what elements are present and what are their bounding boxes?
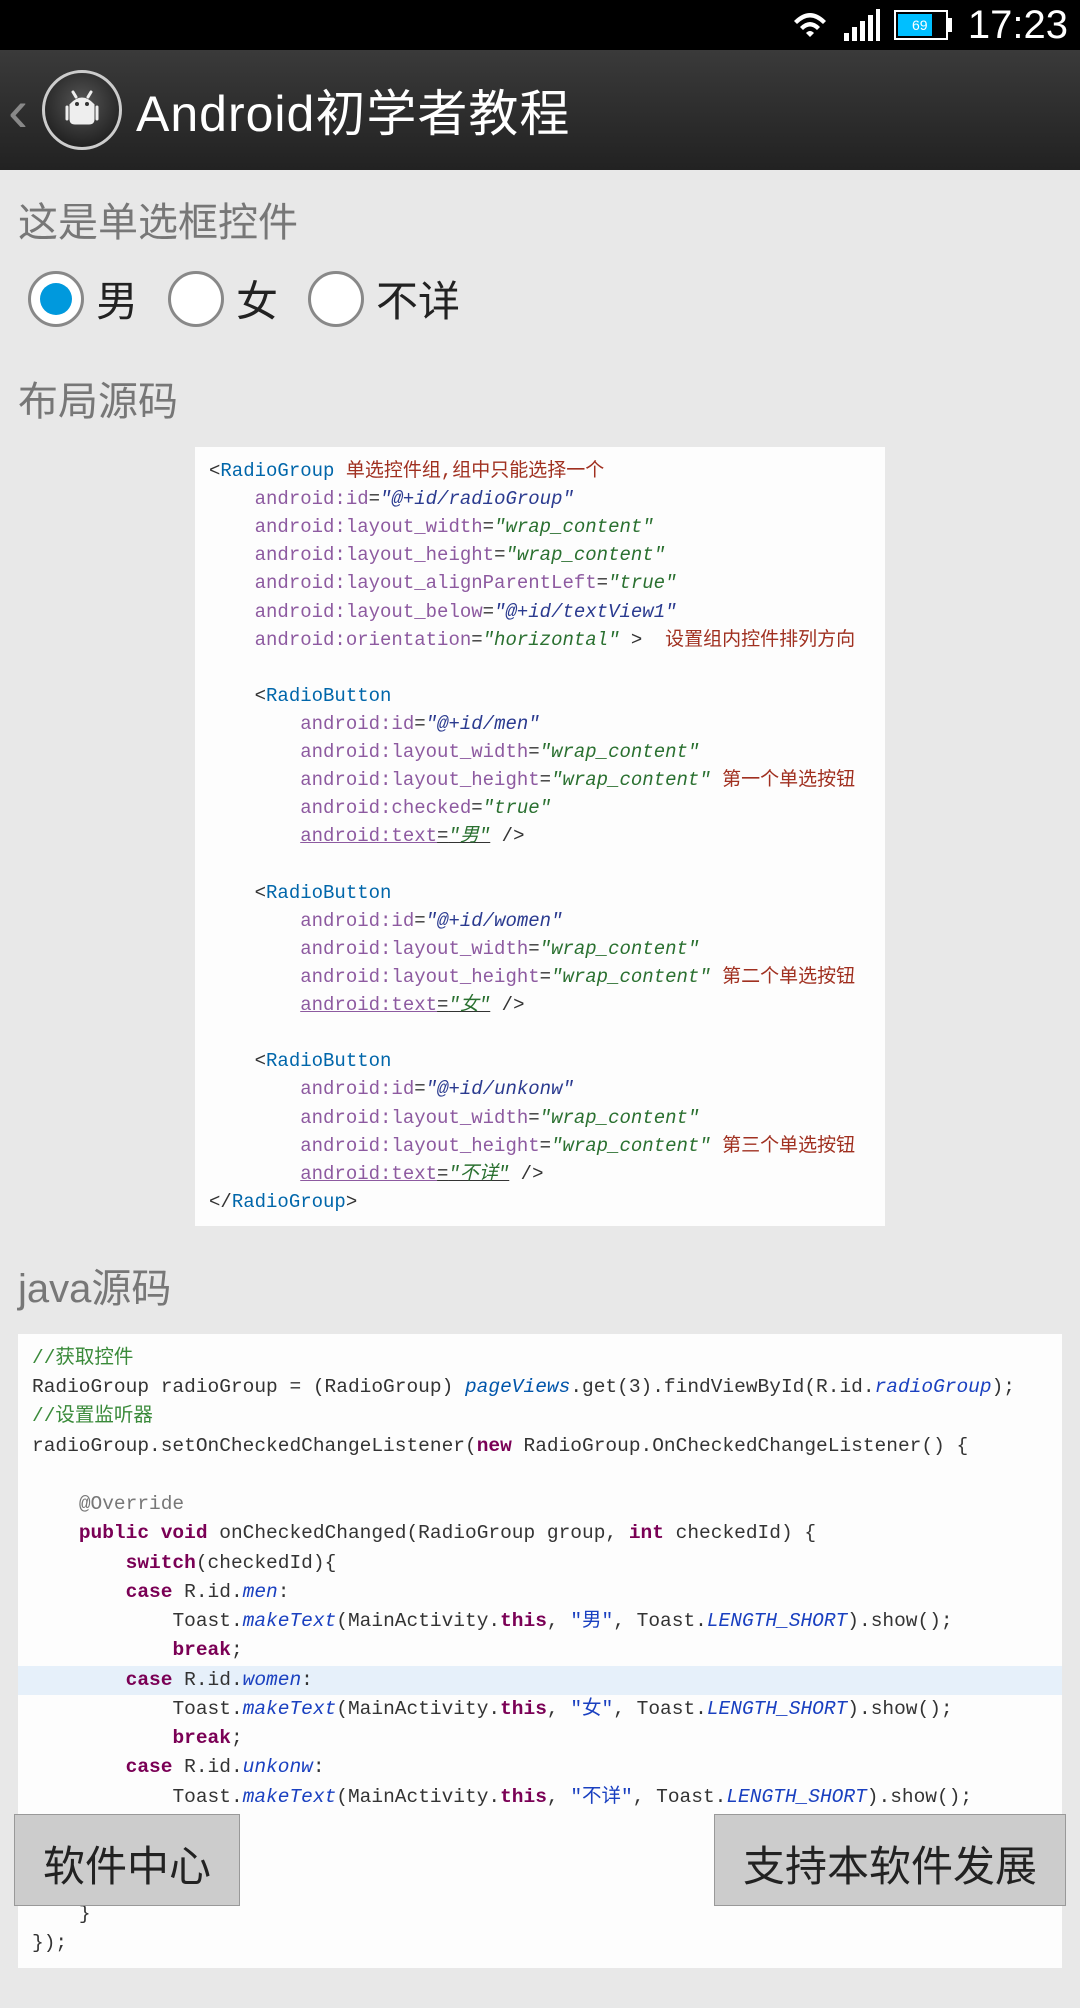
bottom-bar: 软件中心 支持本软件发展 bbox=[0, 1800, 1080, 1920]
wifi-icon bbox=[790, 9, 830, 41]
svg-text:69: 69 bbox=[912, 17, 928, 33]
radio-male[interactable] bbox=[28, 271, 84, 327]
xml-section-label: 布局源码 bbox=[18, 369, 1062, 427]
app-title: Android初学者教程 bbox=[136, 74, 570, 146]
app-icon[interactable] bbox=[42, 70, 122, 150]
content-area: 这是单选框控件 男 女 不详 布局源码 <RadioGroup 单选控件组,组中… bbox=[0, 170, 1080, 2008]
software-center-button[interactable]: 软件中心 bbox=[14, 1814, 240, 1906]
java-section-label: java源码 bbox=[18, 1256, 1062, 1314]
radio-unknown-label: 不详 bbox=[376, 268, 460, 329]
radio-male-label: 男 bbox=[96, 268, 138, 329]
radio-female[interactable] bbox=[168, 271, 224, 327]
app-bar: ‹ Android初学者教程 bbox=[0, 50, 1080, 170]
status-time: 17:23 bbox=[968, 3, 1068, 48]
xml-code-block: <RadioGroup 单选控件组,组中只能选择一个 android:id="@… bbox=[195, 447, 885, 1226]
radio-unknown[interactable] bbox=[308, 271, 364, 327]
radio-female-label: 女 bbox=[236, 268, 278, 329]
battery-icon: 69 bbox=[894, 10, 954, 40]
radio-group: 男 女 不详 bbox=[18, 268, 1062, 329]
status-bar: 69 17:23 bbox=[0, 0, 1080, 50]
back-icon[interactable]: ‹ bbox=[8, 76, 28, 145]
support-button[interactable]: 支持本软件发展 bbox=[714, 1814, 1066, 1906]
signal-icon bbox=[844, 9, 880, 41]
radio-section-label: 这是单选框控件 bbox=[18, 190, 1062, 248]
